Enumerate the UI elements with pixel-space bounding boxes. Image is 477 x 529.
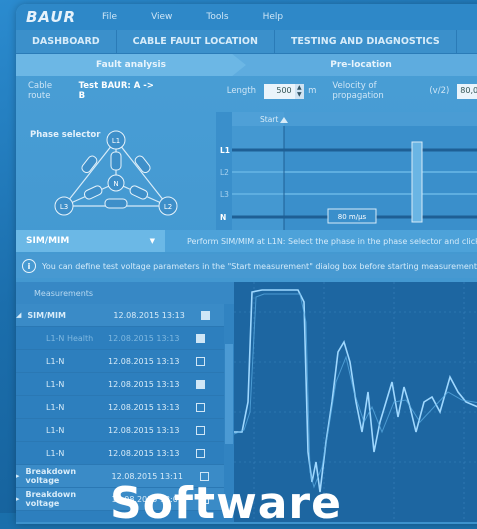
cable-route-label: Cable route (28, 81, 53, 101)
measurement-checkbox[interactable] (196, 448, 205, 458)
measurement-row[interactable]: L1-N 12.08.2015 13:13 (16, 350, 234, 373)
measurement-name: L1-N (46, 448, 65, 458)
measurement-date: 12.08.2015 13:13 (108, 448, 180, 458)
measurement-name: L1-N (46, 356, 65, 366)
measurement-name: L1-N (46, 425, 65, 435)
measurement-checkbox[interactable] (196, 356, 205, 366)
info-text: You can define test voltage parameters i… (42, 261, 477, 271)
menu-file[interactable]: File (102, 12, 117, 22)
node-n[interactable]: N (113, 180, 118, 188)
step-pre-location[interactable]: Pre-location (246, 54, 476, 76)
tab-dashboard[interactable]: DASHBOARD (16, 30, 117, 53)
menu-view[interactable]: View (151, 12, 172, 22)
measurement-name: Breakdown voltage (25, 490, 77, 508)
start-marker-label: Start (260, 115, 278, 124)
row-l3: L3 (220, 190, 229, 199)
row-n: N (220, 213, 226, 222)
measurement-group-row[interactable]: ◢ SIM/MIM 12.08.2015 13:13 (16, 304, 234, 327)
measurement-row[interactable]: L1-N 12.08.2015 13:13 (16, 419, 234, 442)
measurement-row[interactable]: L1-N 12.08.2015 13:13 (16, 373, 234, 396)
velocity-marker: 80 m/µs (338, 213, 367, 221)
list-scrollbar[interactable] (224, 304, 234, 500)
tab-testing-and-diagnostics[interactable]: TESTING AND DIAGNOSTICS (275, 30, 457, 53)
measurement-checkbox[interactable] (201, 310, 211, 320)
measurement-date: 12.08.2015 13:13 (108, 356, 180, 366)
node-l3[interactable]: L3 (60, 203, 68, 211)
length-unit: m (308, 86, 317, 96)
method-dropdown[interactable]: SIM/MIM ▼ (16, 230, 165, 252)
length-label: Length (226, 86, 257, 96)
node-l2[interactable]: L2 (164, 203, 172, 211)
baur-logo: BAUR (26, 8, 77, 26)
menu-bar: BAUR File View Tools Help (16, 4, 477, 30)
trace-preview: Start L1 L2 L3 N 80 m/µs (216, 112, 477, 230)
measurement-name: Breakdown voltage (25, 467, 77, 485)
phase-selector-area: Phase selector L1 L2 L3 N (16, 106, 216, 226)
measurement-checkbox[interactable] (196, 402, 205, 412)
app-window: BAUR File View Tools Help DASHBOARD CABL… (16, 4, 477, 524)
velocity-label: Velocity of propagation (332, 81, 384, 101)
measurement-row[interactable]: L1-N 12.08.2015 13:13 (16, 442, 234, 465)
measurement-checkbox[interactable] (196, 333, 205, 343)
method-instruction: Perform SIM/MIM at L1N: Select the phase… (187, 236, 477, 246)
main-tabs: DASHBOARD CABLE FAULT LOCATION TESTING A… (16, 30, 477, 54)
measurement-date: 12.08.2015 13:13 (108, 379, 180, 389)
tab-cable-fault-location[interactable]: CABLE FAULT LOCATION (117, 30, 275, 53)
measurement-name: L1-N (46, 402, 65, 412)
scrollbar-thumb[interactable] (225, 344, 233, 444)
measurement-checkbox[interactable] (196, 379, 205, 389)
measurement-date: 12.08.2015 13:13 (113, 310, 185, 320)
info-icon: i (22, 259, 36, 273)
row-l2: L2 (220, 168, 229, 177)
measurement-checkbox[interactable] (196, 425, 205, 435)
measurement-name: SIM/MIM (27, 310, 66, 320)
length-input[interactable]: 500 (264, 83, 295, 99)
measurement-name: L1-N Health (46, 333, 94, 343)
workflow-steps: Fault analysis Pre-location (16, 54, 477, 76)
velocity-suffix: (v/2) (429, 86, 450, 96)
step-fault-analysis[interactable]: Fault analysis (16, 54, 246, 76)
trace-diagram[interactable]: Start L1 L2 L3 N 80 m/µs (216, 112, 477, 230)
phase-selector-diagram[interactable]: L1 L2 L3 N (16, 106, 216, 226)
measurement-row[interactable]: L1-N 12.08.2015 13:13 (16, 396, 234, 419)
info-banner: i You can define test voltage parameters… (16, 254, 477, 278)
length-stepper-icon[interactable]: ▲ ▼ (294, 83, 305, 99)
node-l1[interactable]: L1 (112, 137, 120, 145)
cable-parameters: Cable route Test BAUR: A -> B Length 500… (16, 76, 477, 106)
headline: Software (110, 478, 342, 529)
velocity-input[interactable]: 80,0 (457, 83, 477, 99)
measurement-name: L1-N (46, 379, 65, 389)
method-selected: SIM/MIM (26, 236, 70, 246)
row-l1: L1 (220, 146, 230, 155)
measurements-header: Measurements (16, 282, 234, 304)
measurement-row[interactable]: L1-N Health 12.08.2015 13:13 (16, 327, 234, 350)
method-bar: SIM/MIM ▼ Perform SIM/MIM at L1N: Select… (16, 230, 477, 252)
measurement-date: 12.08.2015 13:13 (108, 402, 180, 412)
chevron-down-icon: ▼ (149, 237, 155, 245)
cable-route-value: Test BAUR: A -> B (78, 81, 154, 101)
menu-help[interactable]: Help (263, 12, 284, 22)
measurement-date: 12.08.2015 13:13 (108, 333, 180, 343)
measurement-date: 12.08.2015 13:13 (108, 425, 180, 435)
menu-tools[interactable]: Tools (206, 12, 228, 22)
